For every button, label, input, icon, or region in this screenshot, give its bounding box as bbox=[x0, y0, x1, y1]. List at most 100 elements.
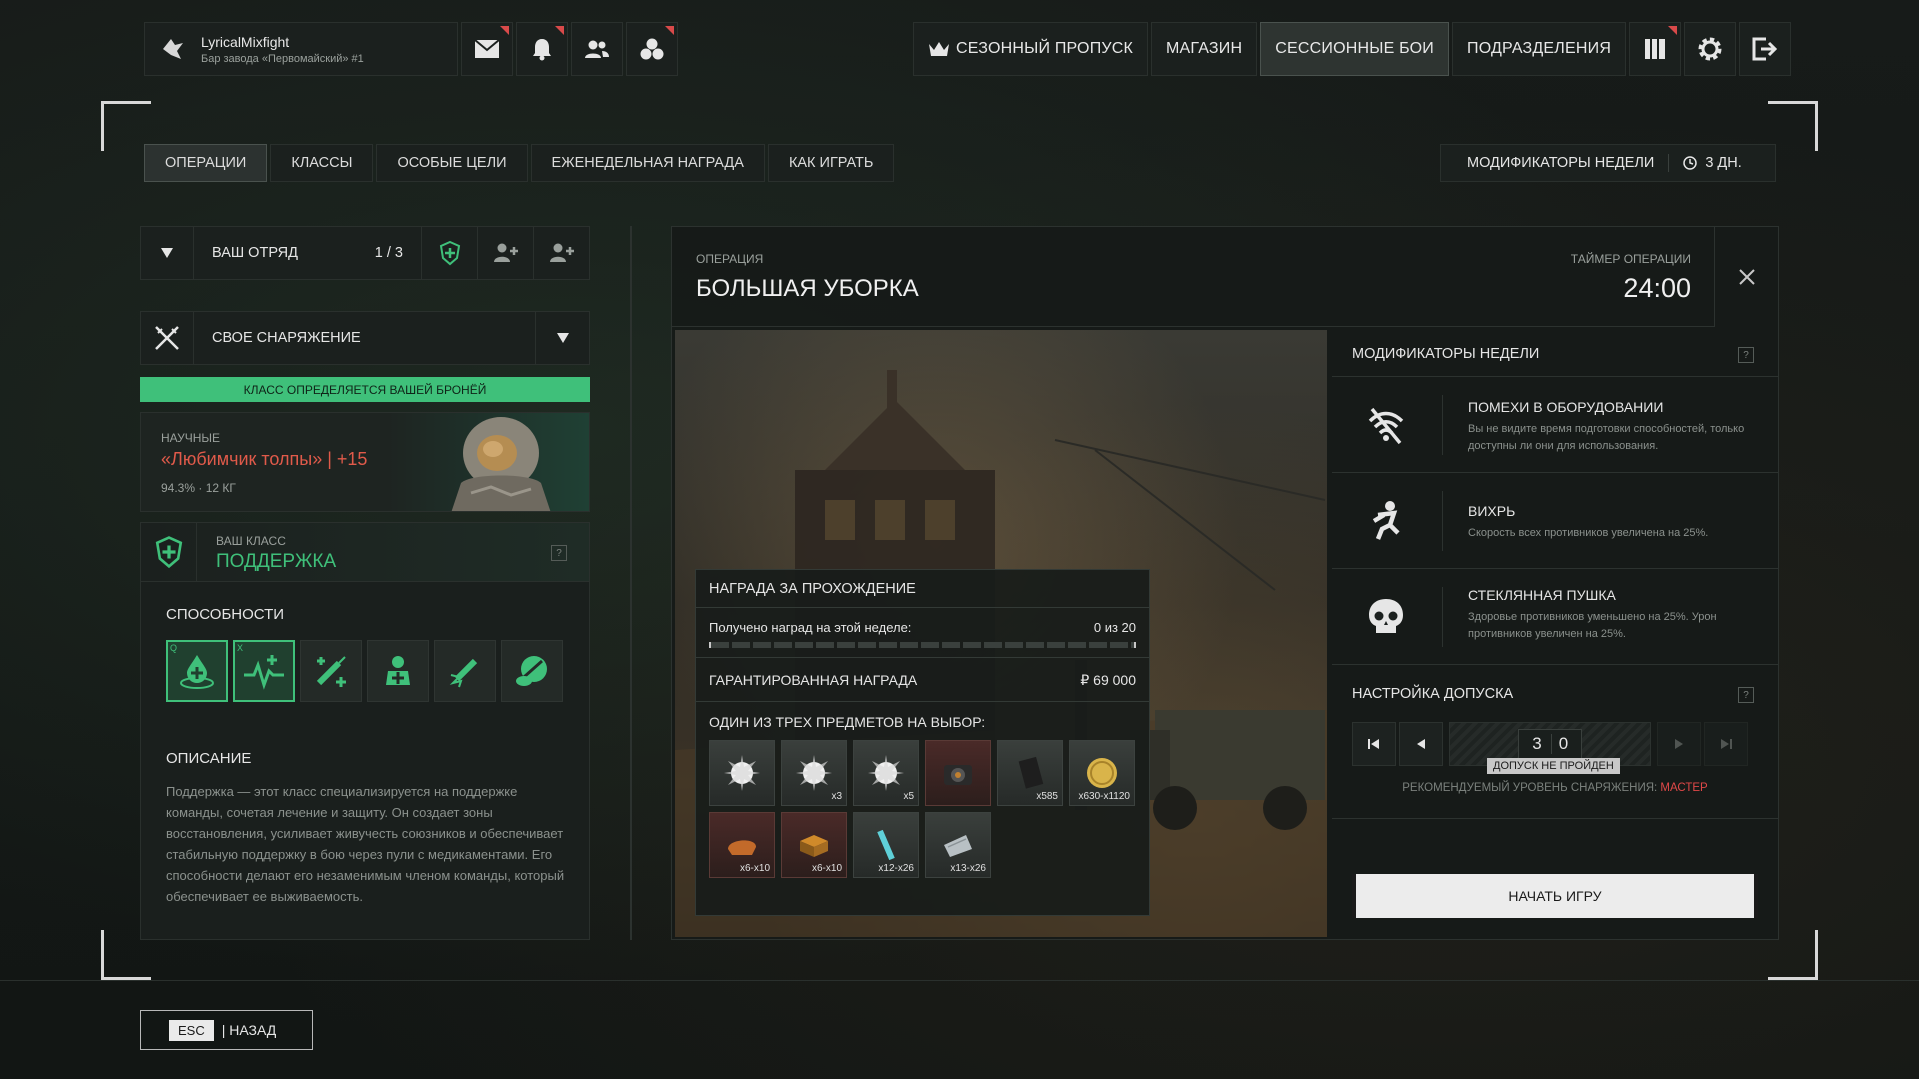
triangle-down-icon bbox=[161, 248, 173, 258]
chemlight-icon bbox=[877, 829, 895, 861]
ability-slot[interactable] bbox=[300, 640, 362, 702]
clearance-help-button[interactable]: ? bbox=[1738, 687, 1754, 703]
notification-marker bbox=[1668, 26, 1678, 35]
divisions-button[interactable]: ПОДРАЗДЕЛЕНИЯ bbox=[1452, 22, 1627, 76]
reward-item[interactable]: x13-x26 bbox=[925, 812, 991, 878]
clearance-next-button[interactable] bbox=[1657, 722, 1701, 766]
ability-slot[interactable] bbox=[367, 640, 429, 702]
modifiers-help-button[interactable]: ? bbox=[1738, 347, 1754, 363]
reward-item[interactable] bbox=[925, 740, 991, 806]
reward-item[interactable]: x6-x10 bbox=[781, 812, 847, 878]
tab-classes[interactable]: КЛАССЫ bbox=[270, 144, 374, 182]
class-icon-box bbox=[141, 523, 197, 581]
close-button[interactable] bbox=[1714, 227, 1778, 327]
gear-dropdown-button[interactable] bbox=[536, 311, 590, 365]
operation-timer-label: ТАЙМЕР ОПЕРАЦИИ bbox=[1570, 252, 1691, 266]
notification-marker bbox=[555, 26, 564, 35]
week-modifiers-label: МОДИФИКАТОРЫ НЕДЕЛИ bbox=[1467, 155, 1655, 171]
reward-item-count: x5 bbox=[903, 791, 914, 802]
ability-slot[interactable]: Q bbox=[166, 640, 228, 702]
mail-button[interactable] bbox=[461, 22, 513, 76]
choice-title: ОДИН ИЗ ТРЕХ ПРЕДМЕТОВ НА ВЫБОР: bbox=[709, 714, 986, 730]
gear-label: СВОЕ СНАРЯЖЕНИЕ bbox=[194, 311, 536, 365]
reward-item[interactable]: x6-x10 bbox=[709, 812, 775, 878]
back-button[interactable]: ESC | НАЗАД bbox=[140, 1010, 313, 1050]
squad-toggle-button[interactable] bbox=[140, 226, 194, 280]
reward-item-count: x630-x1120 bbox=[1078, 791, 1130, 802]
modifiers-panel: МОДИФИКАТОРЫ НЕДЕЛИ ? ПОМЕХИ В ОБОРУДОВА… bbox=[1332, 330, 1778, 939]
reward-item[interactable]: x12-x26 bbox=[853, 812, 919, 878]
guaranteed-reward-label: ГАРАНТИРОВАННАЯ НАГРАДА bbox=[709, 672, 918, 688]
profile-name: LyricalMixfight bbox=[201, 33, 290, 50]
ability-slot[interactable] bbox=[501, 640, 563, 702]
reward-title: НАГРАДА ЗА ПРОХОЖДЕНИЕ bbox=[696, 570, 1149, 608]
tab-operations[interactable]: ОПЕРАЦИИ bbox=[144, 144, 268, 182]
flare-icon bbox=[868, 755, 904, 791]
invite-player-button[interactable] bbox=[534, 226, 590, 280]
ability-slot[interactable]: X bbox=[233, 640, 295, 702]
description-text: Поддержка — этот класс специализируется … bbox=[166, 784, 565, 904]
journal-button[interactable] bbox=[1629, 22, 1682, 76]
gear-selector[interactable]: СВОЕ СНАРЯЖЕНИЕ bbox=[140, 311, 590, 365]
crossed-weapons-icon bbox=[155, 326, 179, 350]
shop-button[interactable]: МАГАЗИН bbox=[1151, 22, 1258, 76]
tab-special-goals[interactable]: ОСОБЫЕ ЦЕЛИ bbox=[376, 144, 528, 182]
operation-label: ОПЕРАЦИЯ bbox=[696, 252, 764, 266]
armor-stats: 94.3% · 12 КГ bbox=[161, 481, 236, 495]
coin-icon bbox=[1087, 758, 1117, 788]
modifier-name: ВИХРЬ bbox=[1468, 503, 1516, 519]
profile-card[interactable]: LyricalMixfight Бар завода «Первомайский… bbox=[144, 22, 458, 76]
operations-tabs: ОПЕРАЦИИ КЛАССЫ ОСОБЫЕ ЦЕЛИ ЕЖЕНЕДЕЛЬНАЯ… bbox=[144, 144, 897, 182]
clearance-title: НАСТРОЙКА ДОПУСКА bbox=[1352, 686, 1514, 702]
week-modifiers-button[interactable]: МОДИФИКАТОРЫ НЕДЕЛИ 3 ДН. bbox=[1440, 144, 1776, 182]
notifications-button[interactable] bbox=[516, 22, 568, 76]
clearance-last-button[interactable] bbox=[1704, 722, 1748, 766]
skull-icon bbox=[1362, 593, 1410, 641]
logout-button[interactable] bbox=[1739, 22, 1792, 76]
settings-button[interactable] bbox=[1684, 22, 1737, 76]
class-help-button[interactable]: ? bbox=[551, 545, 567, 561]
column-divider bbox=[630, 226, 632, 940]
clan-button[interactable] bbox=[626, 22, 678, 76]
no-signal-icon bbox=[1362, 401, 1410, 449]
tab-how-to-play[interactable]: КАК ИГРАТЬ bbox=[767, 144, 895, 182]
season-pass-label: СЕЗОННЫЙ ПРОПУСК bbox=[956, 40, 1134, 57]
book-icon bbox=[1645, 39, 1666, 59]
squad-member-slot[interactable] bbox=[422, 226, 478, 280]
reward-item[interactable]: x585 bbox=[997, 740, 1063, 806]
reward-item[interactable]: x3 bbox=[781, 740, 847, 806]
abilities-section: СПОСОБНОСТИ Q X ОПИСАНИЕ Поддержка — это… bbox=[140, 582, 590, 940]
season-pass-button[interactable]: СЕЗОННЫЙ ПРОПУСК bbox=[913, 22, 1149, 76]
ability-slot[interactable] bbox=[434, 640, 496, 702]
add-user-icon bbox=[549, 243, 574, 262]
guaranteed-reward-value: ₽ 69 000 bbox=[1080, 672, 1136, 688]
armor-name: «Любимчик толпы» | +15 bbox=[161, 449, 368, 469]
reward-item-count: x585 bbox=[1036, 791, 1058, 802]
flare-icon bbox=[724, 755, 760, 791]
operation-timer: 24:00 bbox=[1623, 273, 1691, 303]
divider bbox=[1442, 491, 1443, 551]
armor-card[interactable]: НАУЧНЫЕ «Любимчик толпы» | +15 94.3% · 1… bbox=[140, 412, 590, 512]
start-game-button[interactable]: НАЧАТЬ ИГРУ bbox=[1352, 874, 1758, 918]
reward-item[interactable]: x5 bbox=[853, 740, 919, 806]
divider bbox=[1442, 587, 1443, 647]
bottom-divider bbox=[0, 980, 1919, 981]
tab-weekly-reward[interactable]: ЕЖЕНЕДЕЛЬНАЯ НАГРАДА bbox=[530, 144, 765, 182]
reward-item[interactable] bbox=[709, 740, 775, 806]
recommended-gear-value: МАСТЕР bbox=[1660, 782, 1708, 794]
invite-player-button[interactable] bbox=[478, 226, 534, 280]
clearance-prev-button[interactable] bbox=[1399, 722, 1443, 766]
friends-button[interactable] bbox=[571, 22, 623, 76]
ability-key-badge: X bbox=[237, 643, 244, 653]
food-icon bbox=[728, 840, 756, 855]
flare-icon bbox=[796, 755, 832, 791]
close-icon bbox=[1738, 269, 1755, 285]
ability-key-badge: Q bbox=[170, 643, 178, 653]
clearance-first-button[interactable] bbox=[1352, 722, 1396, 766]
session-battles-button[interactable]: СЕССИОННЫЕ БОИ bbox=[1260, 22, 1449, 76]
reward-panel: НАГРАДА ЗА ПРОХОЖДЕНИЕ Получено наград н… bbox=[695, 569, 1150, 916]
bell-icon bbox=[533, 39, 551, 61]
reward-item[interactable]: x630-x1120 bbox=[1069, 740, 1135, 806]
abilities-list: Q X bbox=[166, 640, 563, 702]
description-title: ОПИСАНИЕ bbox=[166, 750, 252, 767]
